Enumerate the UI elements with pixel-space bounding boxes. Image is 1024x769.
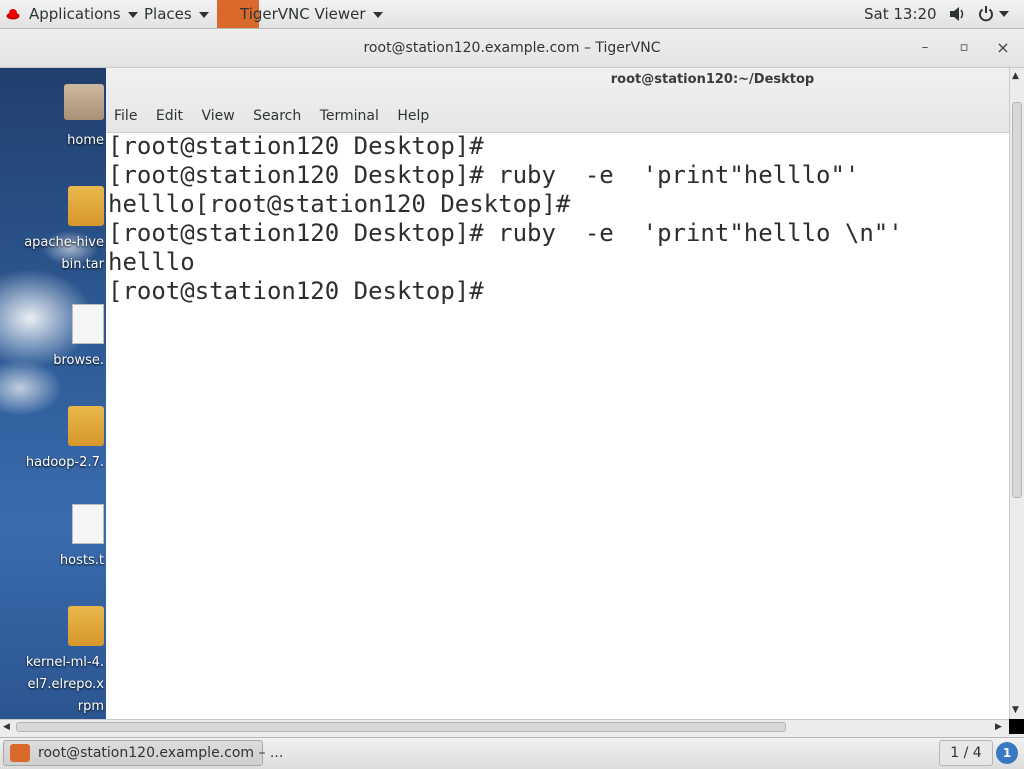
applications-label: Applications <box>29 5 121 23</box>
desktop-icon-label: kernel-ml-4. <box>25 655 104 670</box>
terminal-title[interactable]: root@station120:~/Desktop <box>106 72 1009 87</box>
scroll-down-icon[interactable]: ▼ <box>1012 704 1019 716</box>
terminal-line: [root@station120 Desktop]# ruby -e 'prin… <box>108 219 903 247</box>
desktop-icon-label: browse. <box>53 353 104 368</box>
applications-menu[interactable]: Applications <box>29 0 138 28</box>
volume-icon[interactable] <box>948 6 966 22</box>
active-app-label: TigerVNC Viewer <box>240 5 366 23</box>
active-app-menu[interactable]: TigerVNC Viewer <box>240 0 383 28</box>
close-button[interactable]: × <box>991 29 1015 67</box>
vnc-window-title: root@station120.example.com – TigerVNC <box>363 40 661 56</box>
minimize-button[interactable]: – <box>913 29 937 67</box>
taskbar-window-label: root@station120.example.com – ... <box>38 745 284 761</box>
menu-terminal[interactable]: Terminal <box>320 108 379 124</box>
text-file-icon <box>72 304 104 344</box>
scroll-right-icon[interactable]: ▶ <box>995 721 1002 733</box>
archive-icon <box>68 606 104 646</box>
archive-icon <box>68 406 104 446</box>
notification-badge[interactable]: 1 <box>996 742 1018 764</box>
chevron-down-icon <box>198 11 209 18</box>
terminal-line: [root@station120 Desktop]# <box>108 132 484 160</box>
maximize-button[interactable]: ▫ <box>952 29 976 67</box>
scroll-left-icon[interactable]: ◀ <box>3 721 10 733</box>
chevron-down-icon <box>127 11 138 18</box>
menu-search[interactable]: Search <box>253 108 301 124</box>
scroll-corner <box>1009 719 1024 734</box>
terminal-line: [root@station120 Desktop]# ruby -e 'prin… <box>108 161 860 189</box>
scroll-up-icon[interactable]: ▲ <box>1012 70 1019 82</box>
horizontal-scrollbar[interactable]: ◀ ▶ <box>0 719 1009 734</box>
clock[interactable]: Sat 13:20 <box>864 0 937 28</box>
archive-icon <box>68 186 104 226</box>
desktop-icon-label: el7.elrepo.x <box>27 677 104 692</box>
horizontal-scrollbar-thumb[interactable] <box>16 722 786 732</box>
red-hat-icon <box>6 9 20 20</box>
taskbar-window-button[interactable]: root@station120.example.com – ... <box>3 740 283 766</box>
desktop-icon-label: hosts.t <box>59 553 104 568</box>
desktop-icon-label: bin.tar <box>61 257 104 272</box>
clock-label: Sat 13:20 <box>864 5 937 23</box>
desktop-icon-label: rpm <box>77 699 104 714</box>
chevron-down-icon[interactable] <box>999 11 1009 17</box>
power-icon[interactable] <box>978 5 994 22</box>
desktop-icon-label: hadoop-2.7. <box>25 455 104 470</box>
desktop-icon-label: apache-hive <box>24 235 104 250</box>
terminal-menubar: File Edit View Search Terminal Help <box>114 108 443 130</box>
menu-view[interactable]: View <box>201 108 234 124</box>
chevron-down-icon <box>372 11 383 18</box>
terminal-window: root@station120:~/Desktop File Edit View… <box>106 68 1009 719</box>
workspace-switcher[interactable]: 1 / 4 <box>939 740 993 766</box>
vertical-scrollbar-thumb[interactable] <box>1012 102 1022 498</box>
text-file-icon <box>72 504 104 544</box>
places-menu[interactable]: Places <box>144 0 209 28</box>
menu-help[interactable]: Help <box>397 108 429 124</box>
places-label: Places <box>144 5 192 23</box>
vnc-window: root@station120.example.com – TigerVNC –… <box>0 29 1024 737</box>
bottom-taskbar: root@station120.example.com – ... 1 / 4 … <box>0 737 1024 769</box>
terminal-line: helllo[root@station120 Desktop]# <box>108 190 571 218</box>
menu-edit[interactable]: Edit <box>156 108 183 124</box>
home-folder-icon <box>64 84 104 120</box>
vertical-scrollbar[interactable]: ▲ ▼ <box>1009 68 1024 719</box>
top-bar: Applications Places TigerVNC Viewer Sat … <box>0 0 1024 29</box>
terminal-output[interactable]: [root@station120 Desktop]# [root@station… <box>108 132 1006 719</box>
tigervnc-icon <box>10 744 30 762</box>
vnc-titlebar[interactable]: root@station120.example.com – TigerVNC <box>0 29 1024 68</box>
terminal-header: root@station120:~/Desktop File Edit View… <box>106 68 1009 133</box>
terminal-line: [root@station120 Desktop]# <box>108 277 499 305</box>
terminal-line: helllo <box>108 248 195 276</box>
remote-desktop[interactable]: home apache-hive bin.tar browse. hadoop-… <box>0 68 1009 719</box>
menu-file[interactable]: File <box>114 108 137 124</box>
desktop-icon-label: home <box>67 133 104 148</box>
